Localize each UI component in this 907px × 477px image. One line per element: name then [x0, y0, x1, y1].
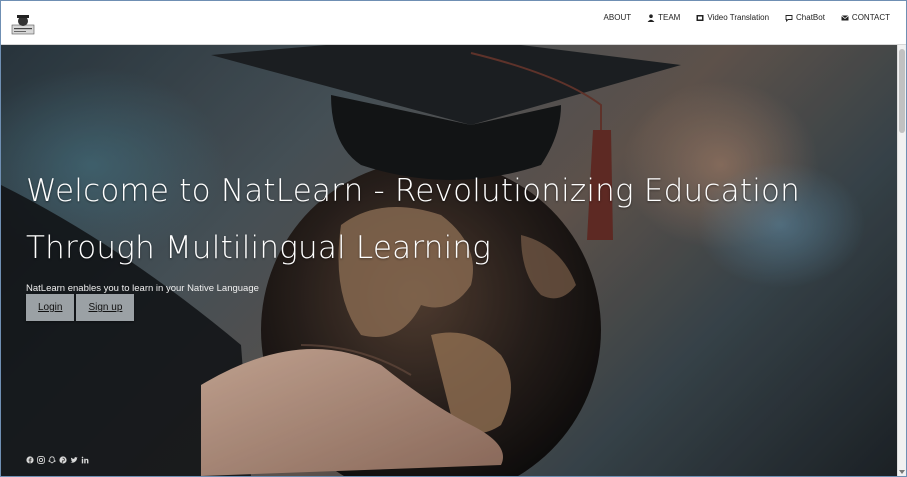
nav-video-translation[interactable]: Video Translation: [696, 13, 769, 22]
nav-team[interactable]: TEAM: [647, 13, 680, 22]
instagram-icon[interactable]: [37, 451, 45, 464]
chat-icon: [785, 14, 793, 22]
nav-video-label: Video Translation: [707, 13, 770, 22]
scroll-down-arrow-icon[interactable]: [899, 470, 905, 474]
hero-section: Welcome to NatLearn - Revolutionizing Ed…: [1, 45, 898, 476]
hero-headline-line2: Through Multilingual Learning: [26, 230, 492, 266]
film-icon: [696, 14, 704, 21]
auth-buttons: Login Sign up: [26, 294, 135, 321]
browser-viewport: ABOUT TEAM Video Translation ChatBot CON…: [0, 0, 907, 477]
pinterest-icon[interactable]: [59, 451, 67, 464]
facebook-icon[interactable]: [26, 451, 34, 464]
nav-links: ABOUT TEAM Video Translation ChatBot CON…: [604, 13, 890, 22]
linkedin-icon[interactable]: [81, 451, 89, 464]
nav-team-label: TEAM: [658, 13, 681, 22]
nav-chatbot-label: ChatBot: [796, 13, 825, 22]
hero-text-block: Welcome to NatLearn - Revolutionizing Ed…: [26, 163, 800, 294]
signup-button[interactable]: Sign up: [76, 294, 135, 321]
vertical-scrollbar[interactable]: [897, 45, 906, 476]
scrollbar-thumb[interactable]: [899, 49, 905, 133]
hero-headline-line1: Welcome to NatLearn - Revolutionizing Ed…: [26, 173, 801, 209]
snapchat-icon[interactable]: [47, 451, 57, 464]
social-icons: [26, 451, 89, 464]
hero-subtitle: NatLearn enables you to learn in your Na…: [26, 283, 259, 294]
person-icon: [647, 13, 655, 22]
login-button[interactable]: Login: [26, 294, 75, 321]
nav-contact-label: CONTACT: [851, 13, 890, 22]
nav-about-label: ABOUT: [603, 13, 632, 22]
nav-about[interactable]: ABOUT: [604, 13, 632, 22]
envelope-icon: [841, 14, 849, 20]
top-navbar: ABOUT TEAM Video Translation ChatBot CON…: [1, 1, 906, 45]
natlearn-logo[interactable]: [11, 13, 35, 35]
nav-contact[interactable]: CONTACT: [841, 13, 890, 22]
twitter-icon[interactable]: [70, 451, 78, 463]
nav-chatbot[interactable]: ChatBot: [785, 13, 825, 22]
